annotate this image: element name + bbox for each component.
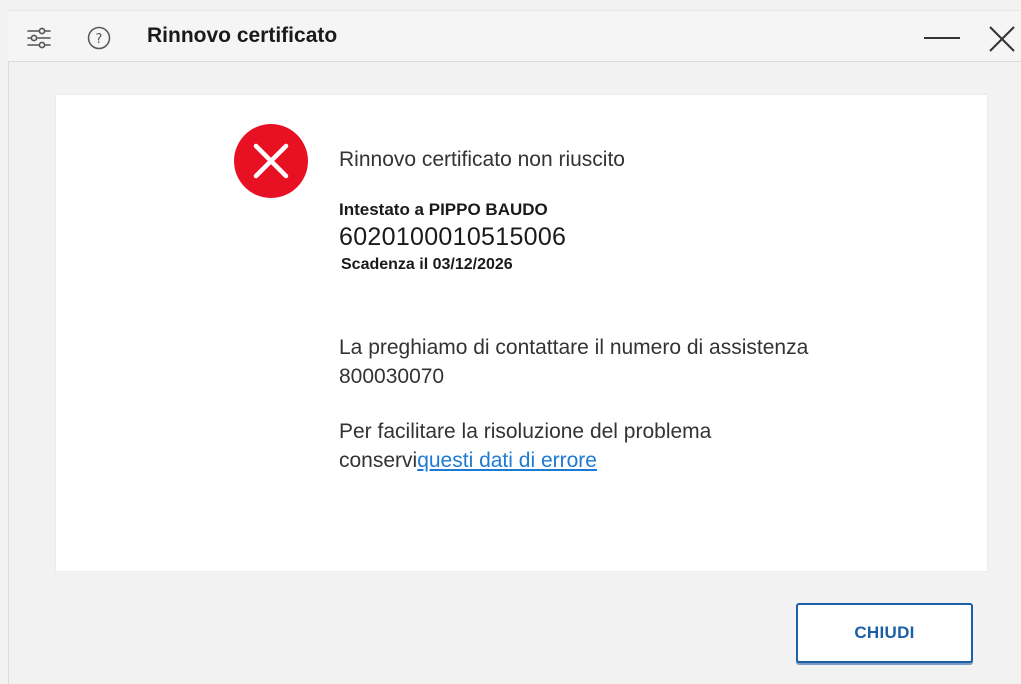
close-icon[interactable]: [986, 23, 1018, 55]
support-instruction: La preghiamo di contattare il numero di …: [339, 336, 809, 359]
help-circle-icon[interactable]: ?: [86, 25, 111, 50]
error-x-circle-icon: [233, 123, 309, 199]
svg-text:?: ?: [96, 32, 103, 47]
window-title: Rinnovo certificato: [147, 24, 338, 47]
certificate-serial: 6020100010515006: [339, 223, 567, 251]
close-button[interactable]: CHIUDI: [796, 603, 973, 663]
minimize-icon[interactable]: [920, 23, 964, 51]
troubleshoot-line: conserviquesti dati di errore: [339, 447, 597, 475]
title-bar: ? Rinnovo certificato: [8, 10, 1021, 62]
certificate-holder: Intestato a PIPPO BAUDO: [339, 200, 548, 219]
status-message: Rinnovo certificato non riuscito: [339, 148, 625, 171]
dialog-window: ? Rinnovo certificato Rinnovo certificat…: [0, 0, 1021, 684]
troubleshoot-prefix: conservi: [339, 449, 418, 472]
support-phone-number: 800030070: [339, 365, 445, 388]
certificate-expiry: Scadenza il 03/12/2026: [341, 256, 513, 273]
settings-sliders-icon[interactable]: [26, 25, 51, 49]
error-data-link[interactable]: questi dati di errore: [417, 449, 597, 472]
troubleshoot-instruction: Per facilitare la risoluzione del proble…: [339, 420, 712, 443]
window-border: [8, 62, 9, 684]
